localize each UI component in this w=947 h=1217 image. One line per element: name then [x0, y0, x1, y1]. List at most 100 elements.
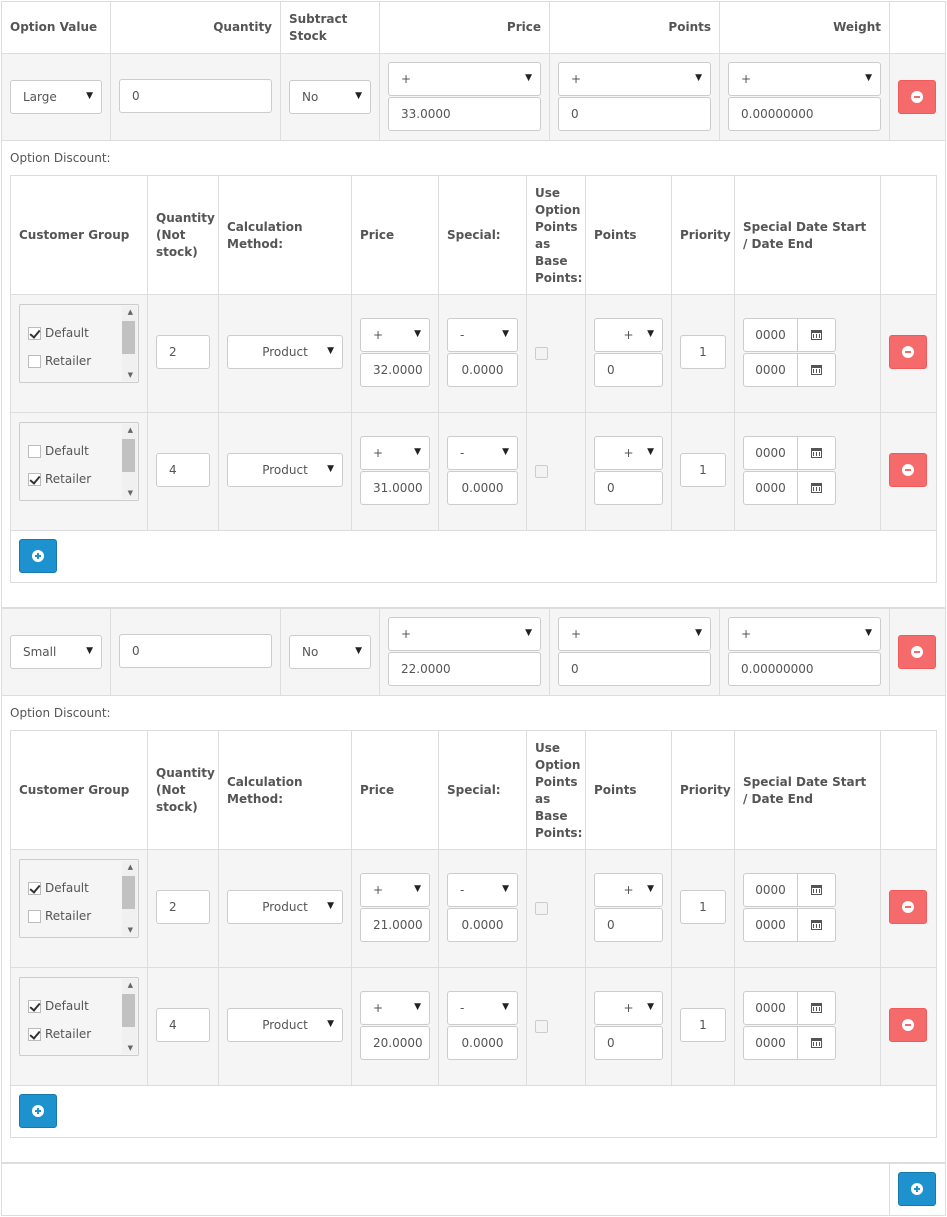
discount-price-prefix-select[interactable]: + ▼ — [360, 991, 430, 1025]
discount-price-prefix-select[interactable]: + ▼ — [360, 318, 430, 352]
price-input[interactable]: 33.0000 — [388, 97, 541, 131]
special-date-end-input[interactable]: 0000 — [743, 471, 798, 505]
customer-group-option[interactable]: Default — [28, 878, 89, 898]
special-date-start-input[interactable]: 0000 — [743, 436, 798, 470]
special-prefix-select[interactable]: - ▼ — [447, 318, 518, 352]
scroll-up-icon[interactable]: ▲ — [128, 426, 133, 434]
checkbox-icon[interactable] — [28, 444, 41, 458]
special-input[interactable]: 0.0000 — [447, 1026, 518, 1060]
option-quantity-input[interactable]: 0 — [119, 79, 272, 113]
calendar-button[interactable] — [797, 991, 836, 1025]
calendar-button[interactable] — [797, 318, 836, 352]
weight-prefix-select[interactable]: + ▼ — [728, 62, 881, 96]
scroll-down-icon[interactable]: ▼ — [128, 371, 133, 379]
calendar-button[interactable] — [797, 353, 836, 387]
special-date-start-field[interactable]: 0000 — [743, 991, 836, 1025]
remove-option-value-button[interactable] — [898, 635, 936, 669]
remove-discount-button[interactable] — [889, 1008, 927, 1042]
special-date-end-field[interactable]: 0000 — [743, 908, 836, 942]
customer-group-option[interactable]: Retailer — [28, 469, 91, 489]
discount-points-prefix-select[interactable]: + ▼ — [594, 991, 663, 1025]
customer-group-option[interactable]: Retailer — [28, 1024, 91, 1044]
scroll-down-icon[interactable]: ▼ — [128, 926, 133, 934]
points-input[interactable]: 0 — [558, 97, 711, 131]
use-option-points-checkbox[interactable] — [535, 902, 548, 915]
special-input[interactable]: 0.0000 — [447, 471, 518, 505]
discount-quantity-input[interactable]: 4 — [156, 1008, 210, 1042]
checkbox-icon[interactable] — [28, 999, 41, 1013]
special-input[interactable]: 0.0000 — [447, 908, 518, 942]
discount-price-input[interactable]: 21.0000 — [360, 908, 430, 942]
scroll-down-icon[interactable]: ▼ — [128, 489, 133, 497]
checkbox-icon[interactable] — [28, 881, 41, 895]
priority-input[interactable]: 1 — [680, 1008, 726, 1042]
discount-price-input[interactable]: 31.0000 — [360, 471, 430, 505]
scroll-up-icon[interactable]: ▲ — [128, 863, 133, 871]
calendar-button[interactable] — [797, 436, 836, 470]
discount-points-input[interactable]: 0 — [594, 908, 663, 942]
option-quantity-input[interactable]: 0 — [119, 634, 272, 668]
customer-group-select[interactable]: ▲ ▼ Default Retailer — [19, 859, 139, 938]
points-prefix-select[interactable]: + ▼ — [558, 617, 711, 651]
priority-input[interactable]: 1 — [680, 335, 726, 369]
customer-group-option[interactable]: Default — [28, 323, 89, 343]
special-date-start-input[interactable]: 0000 — [743, 318, 798, 352]
remove-discount-button[interactable] — [889, 335, 927, 369]
special-date-end-field[interactable]: 0000 — [743, 1026, 836, 1060]
scrollbar-thumb[interactable] — [122, 994, 135, 1027]
scroll-down-icon[interactable]: ▼ — [128, 1044, 133, 1052]
weight-input[interactable]: 0.00000000 — [728, 97, 881, 131]
points-prefix-select[interactable]: + ▼ — [558, 62, 711, 96]
scroll-up-icon[interactable]: ▲ — [128, 308, 133, 316]
discount-points-prefix-select[interactable]: + ▼ — [594, 873, 663, 907]
discount-points-prefix-select[interactable]: + ▼ — [594, 318, 663, 352]
calendar-button[interactable] — [797, 471, 836, 505]
customer-group-option[interactable]: Retailer — [28, 906, 91, 926]
customer-group-option[interactable]: Retailer — [28, 351, 91, 371]
points-input[interactable]: 0 — [558, 652, 711, 686]
special-date-start-input[interactable]: 0000 — [743, 873, 798, 907]
special-prefix-select[interactable]: - ▼ — [447, 991, 518, 1025]
calculation-method-select[interactable]: Product ▼ — [227, 890, 343, 924]
customer-group-select[interactable]: ▲ ▼ Default Retailer — [19, 304, 139, 383]
add-option-value-button[interactable] — [898, 1172, 936, 1206]
special-date-start-field[interactable]: 0000 — [743, 436, 836, 470]
checkbox-icon[interactable] — [28, 1027, 41, 1041]
calculation-method-select[interactable]: Product ▼ — [227, 335, 343, 369]
special-date-start-field[interactable]: 0000 — [743, 873, 836, 907]
special-date-end-input[interactable]: 0000 — [743, 908, 798, 942]
special-date-end-field[interactable]: 0000 — [743, 353, 836, 387]
use-option-points-checkbox[interactable] — [535, 1020, 548, 1033]
checkbox-icon[interactable] — [28, 354, 41, 368]
checkbox-icon[interactable] — [28, 472, 41, 486]
special-date-start-field[interactable]: 0000 — [743, 318, 836, 352]
add-discount-button[interactable] — [19, 539, 57, 573]
remove-option-value-button[interactable] — [898, 80, 936, 114]
scrollbar-thumb[interactable] — [122, 876, 135, 909]
calculation-method-select[interactable]: Product ▼ — [227, 453, 343, 487]
price-prefix-select[interactable]: + ▼ — [388, 617, 541, 651]
special-date-start-input[interactable]: 0000 — [743, 991, 798, 1025]
remove-discount-button[interactable] — [889, 453, 927, 487]
use-option-points-checkbox[interactable] — [535, 465, 548, 478]
calculation-method-select[interactable]: Product ▼ — [227, 1008, 343, 1042]
discount-points-prefix-select[interactable]: + ▼ — [594, 436, 663, 470]
special-date-end-input[interactable]: 0000 — [743, 1026, 798, 1060]
discount-price-prefix-select[interactable]: + ▼ — [360, 436, 430, 470]
subtract-stock-select[interactable]: No ▼ — [289, 80, 371, 114]
discount-points-input[interactable]: 0 — [594, 471, 663, 505]
add-discount-button[interactable] — [19, 1094, 57, 1128]
customer-group-select[interactable]: ▲ ▼ Default Retailer — [19, 422, 139, 501]
calendar-button[interactable] — [797, 908, 836, 942]
option-value-select[interactable]: Small ▼ — [10, 635, 102, 669]
calendar-button[interactable] — [797, 1026, 836, 1060]
checkbox-icon[interactable] — [28, 326, 41, 340]
special-date-end-input[interactable]: 0000 — [743, 353, 798, 387]
calendar-button[interactable] — [797, 873, 836, 907]
special-input[interactable]: 0.0000 — [447, 353, 518, 387]
customer-group-option[interactable]: Default — [28, 441, 89, 461]
customer-group-option[interactable]: Default — [28, 996, 89, 1016]
discount-points-input[interactable]: 0 — [594, 353, 663, 387]
customer-group-select[interactable]: ▲ ▼ Default Retailer — [19, 977, 139, 1056]
checkbox-icon[interactable] — [28, 909, 41, 923]
